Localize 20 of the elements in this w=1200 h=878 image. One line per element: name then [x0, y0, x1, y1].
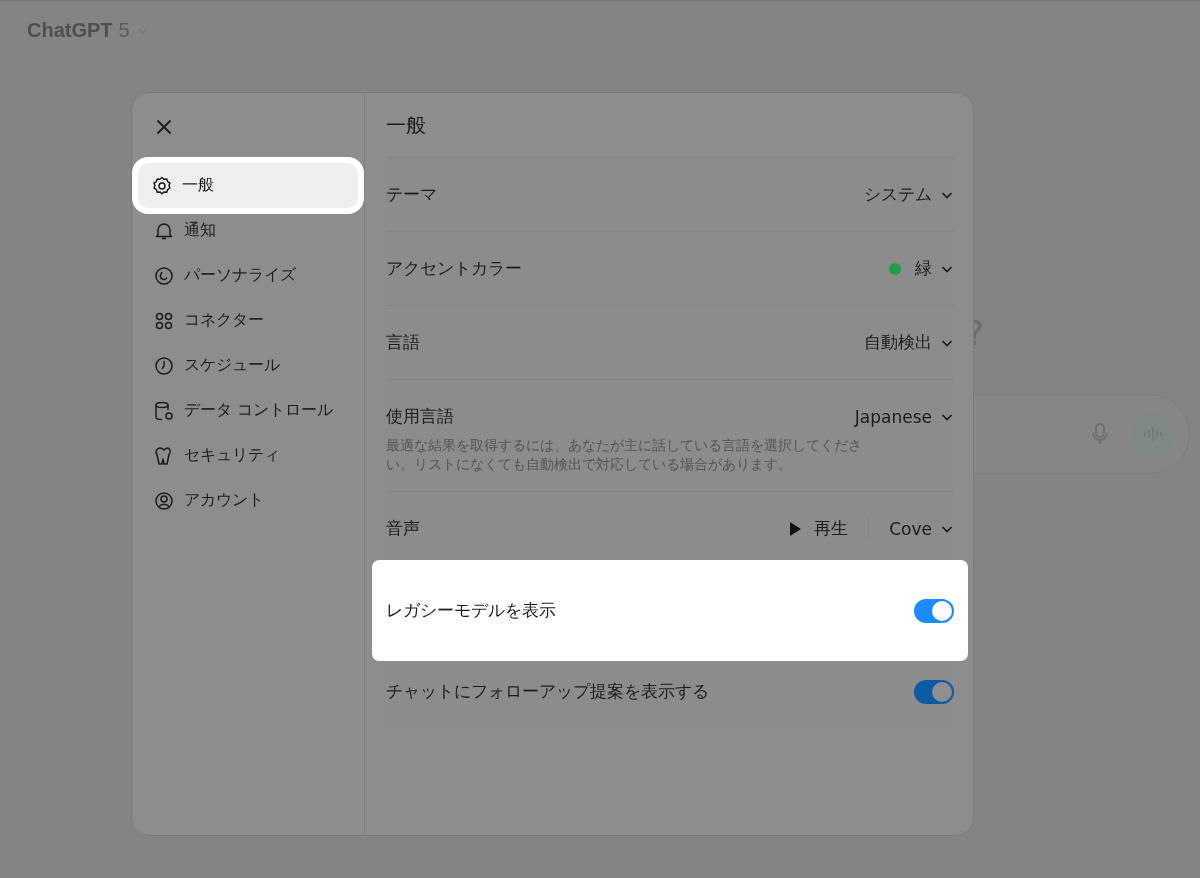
- dropdown[interactable]: Cove: [889, 518, 954, 539]
- sidebar-item[interactable]: スケジュール: [140, 343, 356, 388]
- dropdown[interactable]: システム: [864, 183, 954, 206]
- setting-label: チャットにフォローアップ提案を表示する: [386, 680, 709, 703]
- setting-label: テーマ: [386, 183, 437, 206]
- sidebar-item[interactable]: コネクター: [140, 298, 356, 343]
- setting-label: レガシーモデルを表示: [386, 599, 556, 622]
- sidebar-item[interactable]: パーソナライズ: [140, 253, 356, 298]
- play-button[interactable]: 再生: [789, 517, 849, 540]
- setting-label: 言語: [386, 331, 420, 354]
- setting-label: 音声: [386, 517, 420, 540]
- sidebar-item[interactable]: セキュリティ: [140, 433, 356, 478]
- dropdown[interactable]: 緑: [889, 257, 954, 280]
- setting-label: 使用言語: [386, 405, 454, 428]
- setting-label: アクセントカラー: [386, 257, 522, 280]
- sidebar-item[interactable]: データ コントロール: [140, 388, 356, 433]
- dropdown[interactable]: 自動検出: [864, 331, 954, 354]
- sidebar-item[interactable]: アカウント: [140, 478, 356, 523]
- sidebar-item[interactable]: 通知: [140, 208, 356, 253]
- dropdown[interactable]: Japanese: [854, 406, 954, 427]
